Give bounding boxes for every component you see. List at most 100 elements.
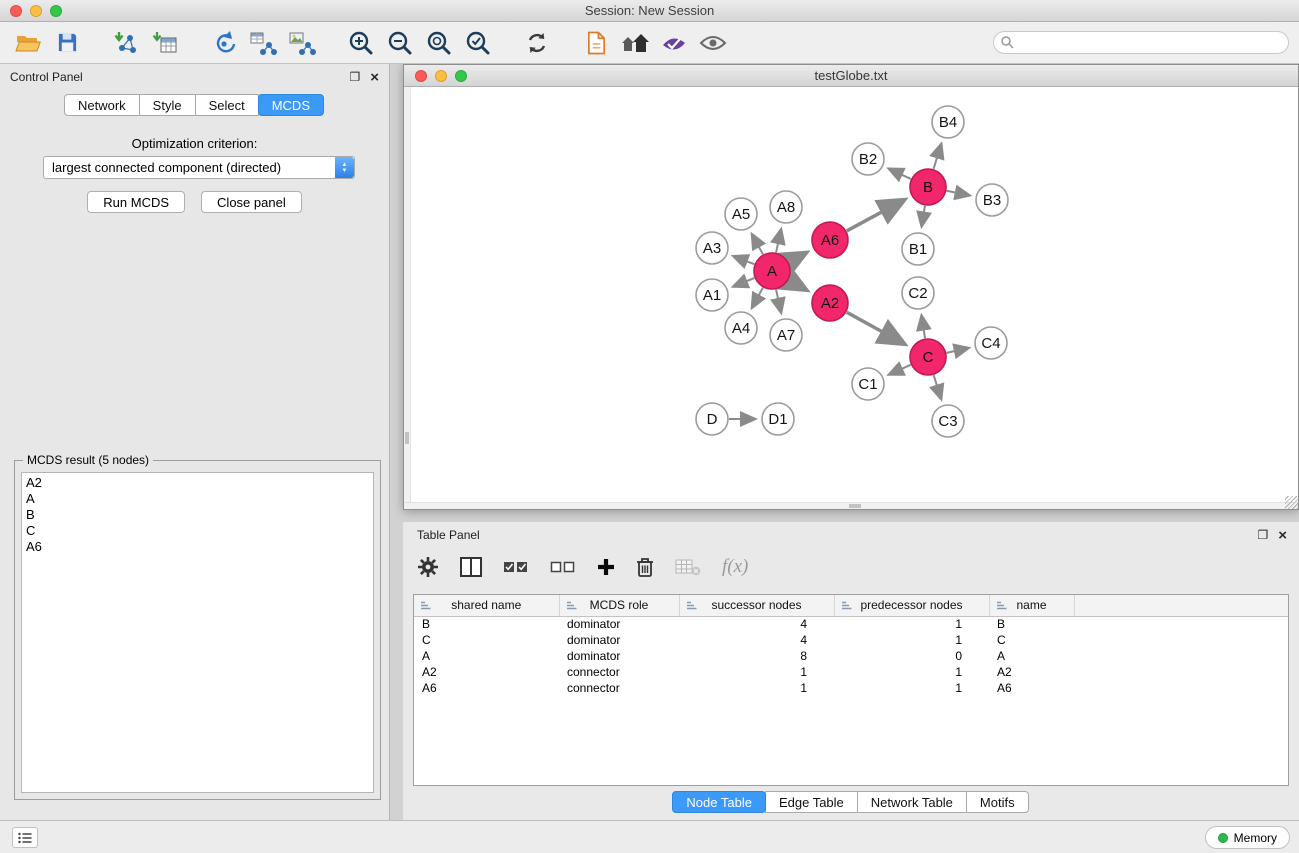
graph-edge-A6-B[interactable]	[847, 201, 903, 231]
tab-network-table[interactable]: Network Table	[857, 791, 967, 813]
graph-node-A2[interactable]: A2	[812, 285, 848, 321]
import-table-disabled-icon[interactable]	[675, 558, 701, 576]
column-header-predecessor-nodes[interactable]: predecessor nodes	[834, 595, 989, 616]
save-session-icon[interactable]	[51, 27, 83, 59]
import-network-icon[interactable]	[110, 27, 142, 59]
table-cell[interactable]: A	[414, 648, 559, 664]
column-header-shared-name[interactable]: shared name	[414, 595, 559, 616]
tab-style[interactable]: Style	[139, 94, 196, 116]
tab-select[interactable]: Select	[195, 94, 259, 116]
column-header-MCDS-role[interactable]: MCDS role	[559, 595, 679, 616]
graph-node-C2[interactable]: C2	[902, 277, 934, 309]
result-item-C[interactable]: C	[26, 523, 369, 539]
graph-edge-C-C4[interactable]	[947, 348, 968, 353]
graph-node-A4[interactable]: A4	[725, 312, 757, 344]
table-row[interactable]: A2connector11A2	[414, 664, 1288, 680]
table-cell[interactable]: A6	[989, 680, 1074, 696]
close-network-window-button[interactable]	[415, 70, 427, 82]
network-canvas[interactable]: B4B2BB3A5A8A6A3B1AC2A1A2A4A7C4CC1DD1C3	[404, 87, 1298, 509]
table-cell[interactable]: B	[989, 616, 1074, 632]
graph-node-B4[interactable]: B4	[932, 106, 964, 138]
tab-node-table[interactable]: Node Table	[672, 791, 766, 813]
graph-edge-A2-C[interactable]	[847, 312, 903, 343]
network-from-image-icon[interactable]	[286, 27, 318, 59]
table-cell[interactable]: 8	[679, 648, 834, 664]
graph-node-C[interactable]: C	[910, 339, 946, 375]
table-cell[interactable]: B	[414, 616, 559, 632]
tab-mcds[interactable]: MCDS	[258, 94, 324, 116]
zoom-in-icon[interactable]	[345, 27, 377, 59]
minimize-network-window-button[interactable]	[435, 70, 447, 82]
graph-edge-B-B1[interactable]	[922, 206, 925, 226]
add-column-icon[interactable]	[597, 558, 615, 576]
minimize-window-button[interactable]	[30, 5, 42, 17]
search-field[interactable]	[993, 31, 1289, 54]
graph-node-A3[interactable]: A3	[696, 232, 728, 264]
graph-edge-C-C3[interactable]	[934, 375, 941, 398]
refresh-layout-icon[interactable]	[521, 27, 553, 59]
column-header-name[interactable]: name	[989, 595, 1074, 616]
column-header-successor-nodes[interactable]: successor nodes	[679, 595, 834, 616]
table-cell[interactable]: 4	[679, 632, 834, 648]
float-table-panel-icon[interactable]: ❐	[1257, 529, 1268, 541]
table-cell[interactable]: 1	[679, 680, 834, 696]
zoom-fit-icon[interactable]	[423, 27, 455, 59]
zoom-out-icon[interactable]	[384, 27, 416, 59]
table-cell[interactable]: dominator	[559, 648, 679, 664]
result-item-A6[interactable]: A6	[26, 539, 369, 555]
graph-node-A6[interactable]: A6	[812, 222, 848, 258]
tab-edge-table[interactable]: Edge Table	[765, 791, 858, 813]
graph-edge-B-B2[interactable]	[890, 169, 911, 179]
table-cell[interactable]: C	[414, 632, 559, 648]
graph-node-A[interactable]: A	[754, 253, 790, 289]
graph-node-D[interactable]: D	[696, 403, 728, 435]
show-panels-button[interactable]	[12, 827, 38, 848]
table-row[interactable]: Cdominator41C	[414, 632, 1288, 648]
table-cell[interactable]: dominator	[559, 632, 679, 648]
graph-edge-B-B3[interactable]	[947, 191, 969, 195]
table-cell[interactable]: 1	[834, 632, 989, 648]
deselect-all-icon[interactable]	[550, 559, 576, 575]
table-settings-gear-icon[interactable]	[417, 556, 439, 578]
graph-edge-C-C2[interactable]	[922, 317, 925, 339]
resize-grip[interactable]	[1285, 496, 1298, 509]
graph-edge-A-A1[interactable]	[734, 278, 754, 286]
tab-motifs[interactable]: Motifs	[966, 791, 1029, 813]
import-table-icon[interactable]	[149, 27, 181, 59]
memory-button[interactable]: Memory	[1205, 826, 1290, 849]
table-cell[interactable]: C	[989, 632, 1074, 648]
graph-node-A7[interactable]: A7	[770, 319, 802, 351]
first-neighbors-icon[interactable]	[619, 27, 651, 59]
open-session-icon[interactable]	[12, 27, 44, 59]
result-item-B[interactable]: B	[26, 507, 369, 523]
table-cell[interactable]: 0	[834, 648, 989, 664]
result-item-A2[interactable]: A2	[26, 475, 369, 491]
close-window-button[interactable]	[10, 5, 22, 17]
graph-edge-A-A5[interactable]	[752, 235, 762, 254]
graph-node-C4[interactable]: C4	[975, 327, 1007, 359]
table-cell[interactable]: A6	[414, 680, 559, 696]
graph-node-B3[interactable]: B3	[976, 184, 1008, 216]
table-cell[interactable]: 1	[834, 680, 989, 696]
select-all-icon[interactable]	[503, 559, 529, 575]
new-network-icon[interactable]	[208, 27, 240, 59]
graph-node-C3[interactable]: C3	[932, 405, 964, 437]
open-document-icon[interactable]	[580, 27, 612, 59]
vertical-scrollbar[interactable]	[404, 87, 411, 502]
table-cell[interactable]: dominator	[559, 616, 679, 632]
search-input[interactable]	[1019, 36, 1288, 50]
float-panel-icon[interactable]: ❐	[349, 71, 360, 83]
table-cell[interactable]: 1	[679, 664, 834, 680]
graph-edge-B-B4[interactable]	[934, 145, 941, 169]
graph-node-B1[interactable]: B1	[902, 233, 934, 265]
graph-edge-A-A3[interactable]	[734, 257, 754, 265]
mcds-result-list[interactable]: A2ABCA6	[21, 472, 374, 793]
graph-node-B[interactable]: B	[910, 169, 946, 205]
table-row[interactable]: Bdominator41B	[414, 616, 1288, 632]
table-cell[interactable]: A	[989, 648, 1074, 664]
graph-node-A8[interactable]: A8	[770, 191, 802, 223]
table-cell[interactable]: A2	[989, 664, 1074, 680]
graph-node-A5[interactable]: A5	[725, 198, 757, 230]
graph-edge-A-A2[interactable]	[789, 280, 805, 289]
graph-node-D1[interactable]: D1	[762, 403, 794, 435]
